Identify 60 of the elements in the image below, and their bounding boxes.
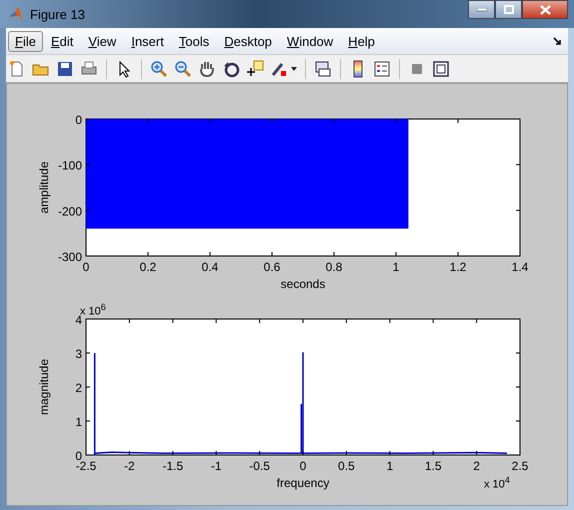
tick-label: -200 [58,204,82,218]
data-cursor-icon[interactable] [246,60,264,78]
menu-item[interactable]: Help [341,30,382,52]
tick-label: -2 [124,459,135,473]
tick-label: 0.2 [140,260,156,274]
tick-label: -300 [58,250,82,264]
tick-label: 1 [392,260,400,274]
tick-label: 1 [75,415,82,429]
save-icon[interactable] [56,60,74,78]
window-icon[interactable] [432,60,450,78]
tick-label: -1.5 [162,459,184,473]
rotate-icon[interactable] [222,60,240,78]
tick-label: 0.4 [202,260,218,274]
caret-icon[interactable] [291,66,297,70]
tick-label: 1.5 [424,459,442,473]
tick-label: 2 [473,459,480,473]
legend-icon[interactable] [373,60,391,78]
tick-label: 1 [386,459,394,473]
tick-label: 0.8 [326,260,342,274]
zoom-in-icon[interactable] [150,60,168,78]
axis-label: magnitude [37,358,51,416]
menu-item[interactable]: Edit [44,30,80,52]
minimize-icon [476,8,486,12]
maximize-icon [504,5,514,14]
tick-label: 1.2 [450,260,466,274]
tick-label: -1 [210,459,222,473]
menu-item[interactable]: Window [280,30,340,52]
axis-multiplier: x 10$^{4}$ [484,475,510,491]
tick-label: 0.5 [338,459,355,473]
tick-label: 2 [75,381,82,395]
app-icon [8,6,24,22]
tick-label: 3 [75,347,82,361]
menu-item[interactable]: File [8,30,43,52]
dock-icon[interactable] [553,36,562,46]
axis-label: seconds [280,277,326,291]
axis-label: frequency [276,476,330,490]
tick-label: 0.6 [264,260,280,274]
tick-label: -0.5 [249,459,270,473]
tick-label: 2.5 [512,459,528,473]
zoom-out-icon[interactable] [174,60,192,78]
menu-item[interactable]: Insert [124,30,171,52]
hand-icon[interactable] [198,60,216,78]
axis-multiplier: x 10$^{6}$ [80,302,106,318]
menu-item[interactable]: Desktop [217,30,279,52]
tick-label: 0 [82,260,90,274]
minimize-button[interactable] [468,0,495,19]
printer-icon[interactable] [80,60,98,78]
tick-label: 4 [75,313,82,327]
axis-label: amplitude [37,161,51,214]
tick-label: 0 [300,459,306,473]
window-title: Figure 13 [30,6,85,22]
menu-item[interactable]: View [81,30,124,52]
tick-label: 0 [75,113,82,127]
close-icon [540,4,550,14]
link-plot-icon[interactable] [314,60,332,78]
close-button[interactable] [522,0,568,19]
tick-label: -100 [58,158,82,173]
tick-label: 1.4 [512,260,528,274]
menu-item[interactable]: Tools [172,30,216,52]
maximize-button[interactable] [495,0,522,19]
